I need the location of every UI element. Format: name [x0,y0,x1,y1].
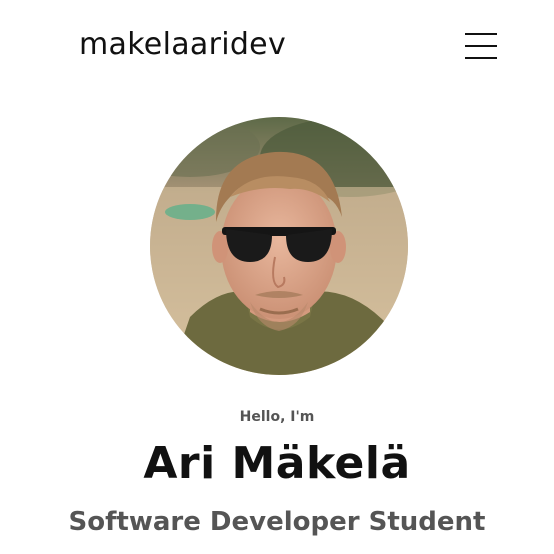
profile-avatar [150,117,408,375]
page: makelaaridev Hello, I'm Ari Mäkelä Softw… [0,0,554,554]
menu-bar [465,45,497,47]
site-logo-link[interactable]: makelaaridev [79,27,286,63]
hero-title: Software Developer Student [68,507,486,537]
menu-bar [465,33,497,35]
menu-bar [465,57,497,59]
greeting-text: Hello, I'm [239,409,315,425]
profile-photo [150,117,408,375]
hamburger-menu-icon[interactable] [465,32,497,60]
hero-name: Ari Mäkelä [143,438,411,489]
site-header: makelaaridev [0,0,554,95]
